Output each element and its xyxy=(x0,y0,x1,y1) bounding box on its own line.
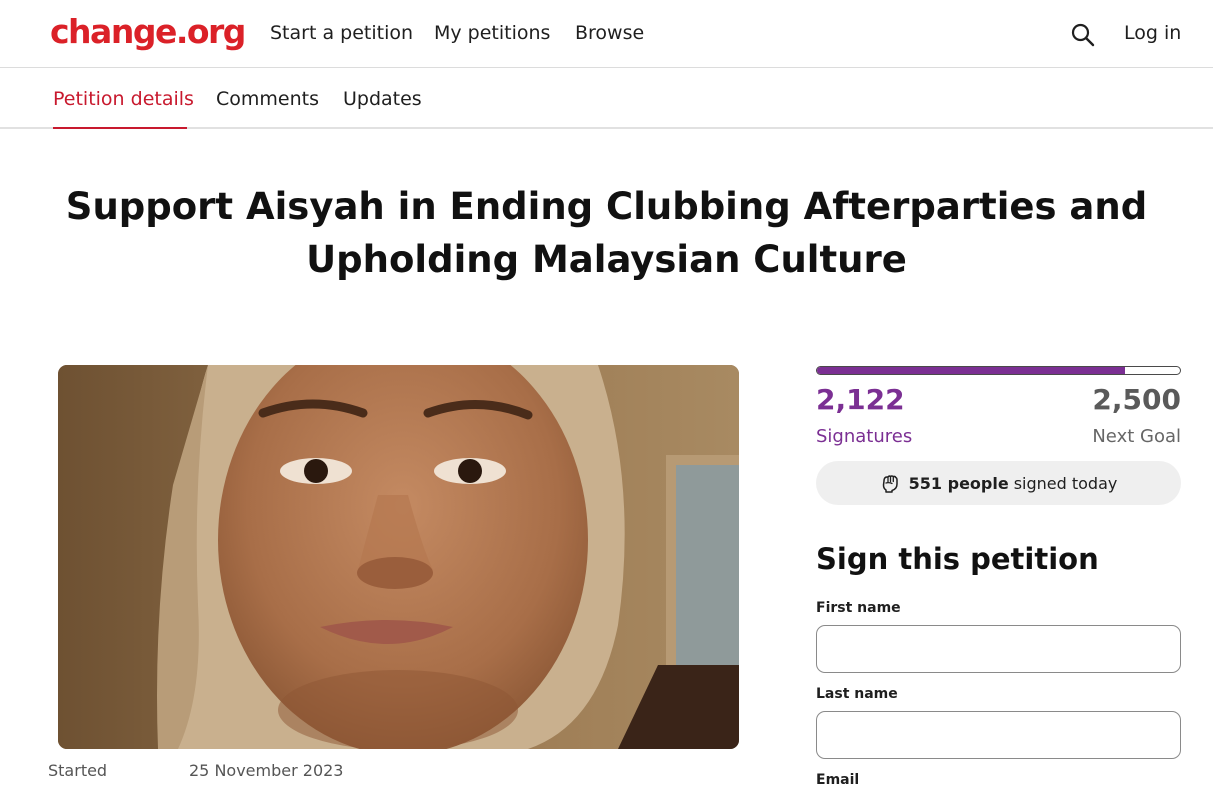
change-org-logo[interactable]: change.org xyxy=(50,12,246,51)
fist-icon xyxy=(882,475,898,493)
started-label: Started xyxy=(48,761,108,780)
goal-count: 2,500 xyxy=(1092,383,1181,416)
active-tab-indicator xyxy=(53,127,187,129)
petition-tab-bar: Petition details Comments Updates xyxy=(0,68,1213,129)
signed-today-count: 551 people xyxy=(908,473,1009,493)
signed-today-text: signed today xyxy=(1013,473,1118,493)
nav-start-petition[interactable]: Start a petition xyxy=(270,22,413,44)
signature-progress-fill xyxy=(817,367,1126,374)
sign-petition-heading: Sign this petition xyxy=(816,542,1099,576)
first-name-label: First name xyxy=(816,600,901,616)
email-label: Email xyxy=(816,772,860,788)
signatures-label: Signatures xyxy=(816,426,913,447)
login-link[interactable]: Log in xyxy=(1124,22,1181,44)
signed-today-badge: 551 people signed today xyxy=(816,461,1181,505)
nav-browse[interactable]: Browse xyxy=(575,22,644,44)
next-goal-label: Next Goal xyxy=(1092,426,1181,447)
last-name-field[interactable] xyxy=(816,711,1181,759)
petition-title: Support Aisyah in Ending Clubbing Afterp… xyxy=(65,185,1148,281)
tab-comments[interactable]: Comments xyxy=(216,88,319,110)
signature-count: 2,122 xyxy=(816,383,905,416)
started-date: 25 November 2023 xyxy=(189,761,344,780)
petition-photo xyxy=(58,365,739,749)
tab-updates[interactable]: Updates xyxy=(343,88,422,110)
last-name-label: Last name xyxy=(816,686,898,702)
tab-petition-details[interactable]: Petition details xyxy=(53,88,194,110)
top-bar: change.org Start a petition My petitions… xyxy=(0,0,1213,68)
signature-progress-bar xyxy=(816,366,1181,375)
search-icon[interactable] xyxy=(1070,22,1096,48)
first-name-field[interactable] xyxy=(816,625,1181,673)
nav-my-petitions[interactable]: My petitions xyxy=(434,22,550,44)
petition-photo-portrait xyxy=(58,365,739,749)
